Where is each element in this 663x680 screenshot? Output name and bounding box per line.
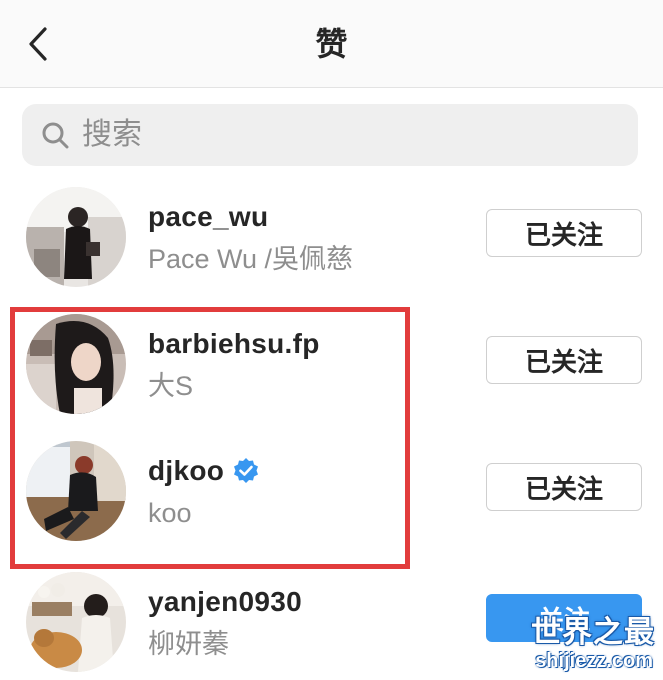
avatar[interactable] [26,572,126,672]
username[interactable]: yanjen0930 [148,584,302,620]
full-name: 大S [148,371,194,401]
username[interactable]: pace_wu [148,199,268,235]
avatar[interactable] [26,314,126,414]
username-line: barbiehsu.fp [148,326,320,362]
search-input[interactable]: 搜索 [22,104,638,166]
username[interactable]: djkoo [148,453,224,489]
likes-screen: 赞 搜索 pace_wu Pace Wu /吳佩慈 已关注 barbiehsu.… [0,0,663,680]
username-line: pace_wu [148,199,268,235]
username-line: yanjen0930 [148,584,302,620]
search-placeholder: 搜索 [82,118,142,151]
full-name: 柳妍蓁 [148,629,229,659]
avatar[interactable] [26,187,126,287]
following-button[interactable]: 已关注 [486,209,642,257]
search-icon [40,120,70,150]
list-item[interactable]: djkoo koo 已关注 [0,441,663,567]
list-item[interactable]: yanjen0930 柳妍蓁 关注 [0,572,663,680]
page-title: 赞 [315,26,348,62]
list-item[interactable]: pace_wu Pace Wu /吳佩慈 已关注 [0,187,663,313]
following-button[interactable]: 已关注 [486,463,642,511]
nav-header: 赞 [0,0,663,88]
follow-button[interactable]: 关注 [486,594,642,642]
avatar[interactable] [26,441,126,541]
username[interactable]: barbiehsu.fp [148,326,320,362]
verified-badge-icon [232,457,260,485]
list-item[interactable]: barbiehsu.fp 大S 已关注 [0,314,663,440]
full-name: koo [148,498,192,528]
following-button[interactable]: 已关注 [486,336,642,384]
full-name: Pace Wu /吳佩慈 [148,244,354,274]
username-line: djkoo [148,453,260,489]
